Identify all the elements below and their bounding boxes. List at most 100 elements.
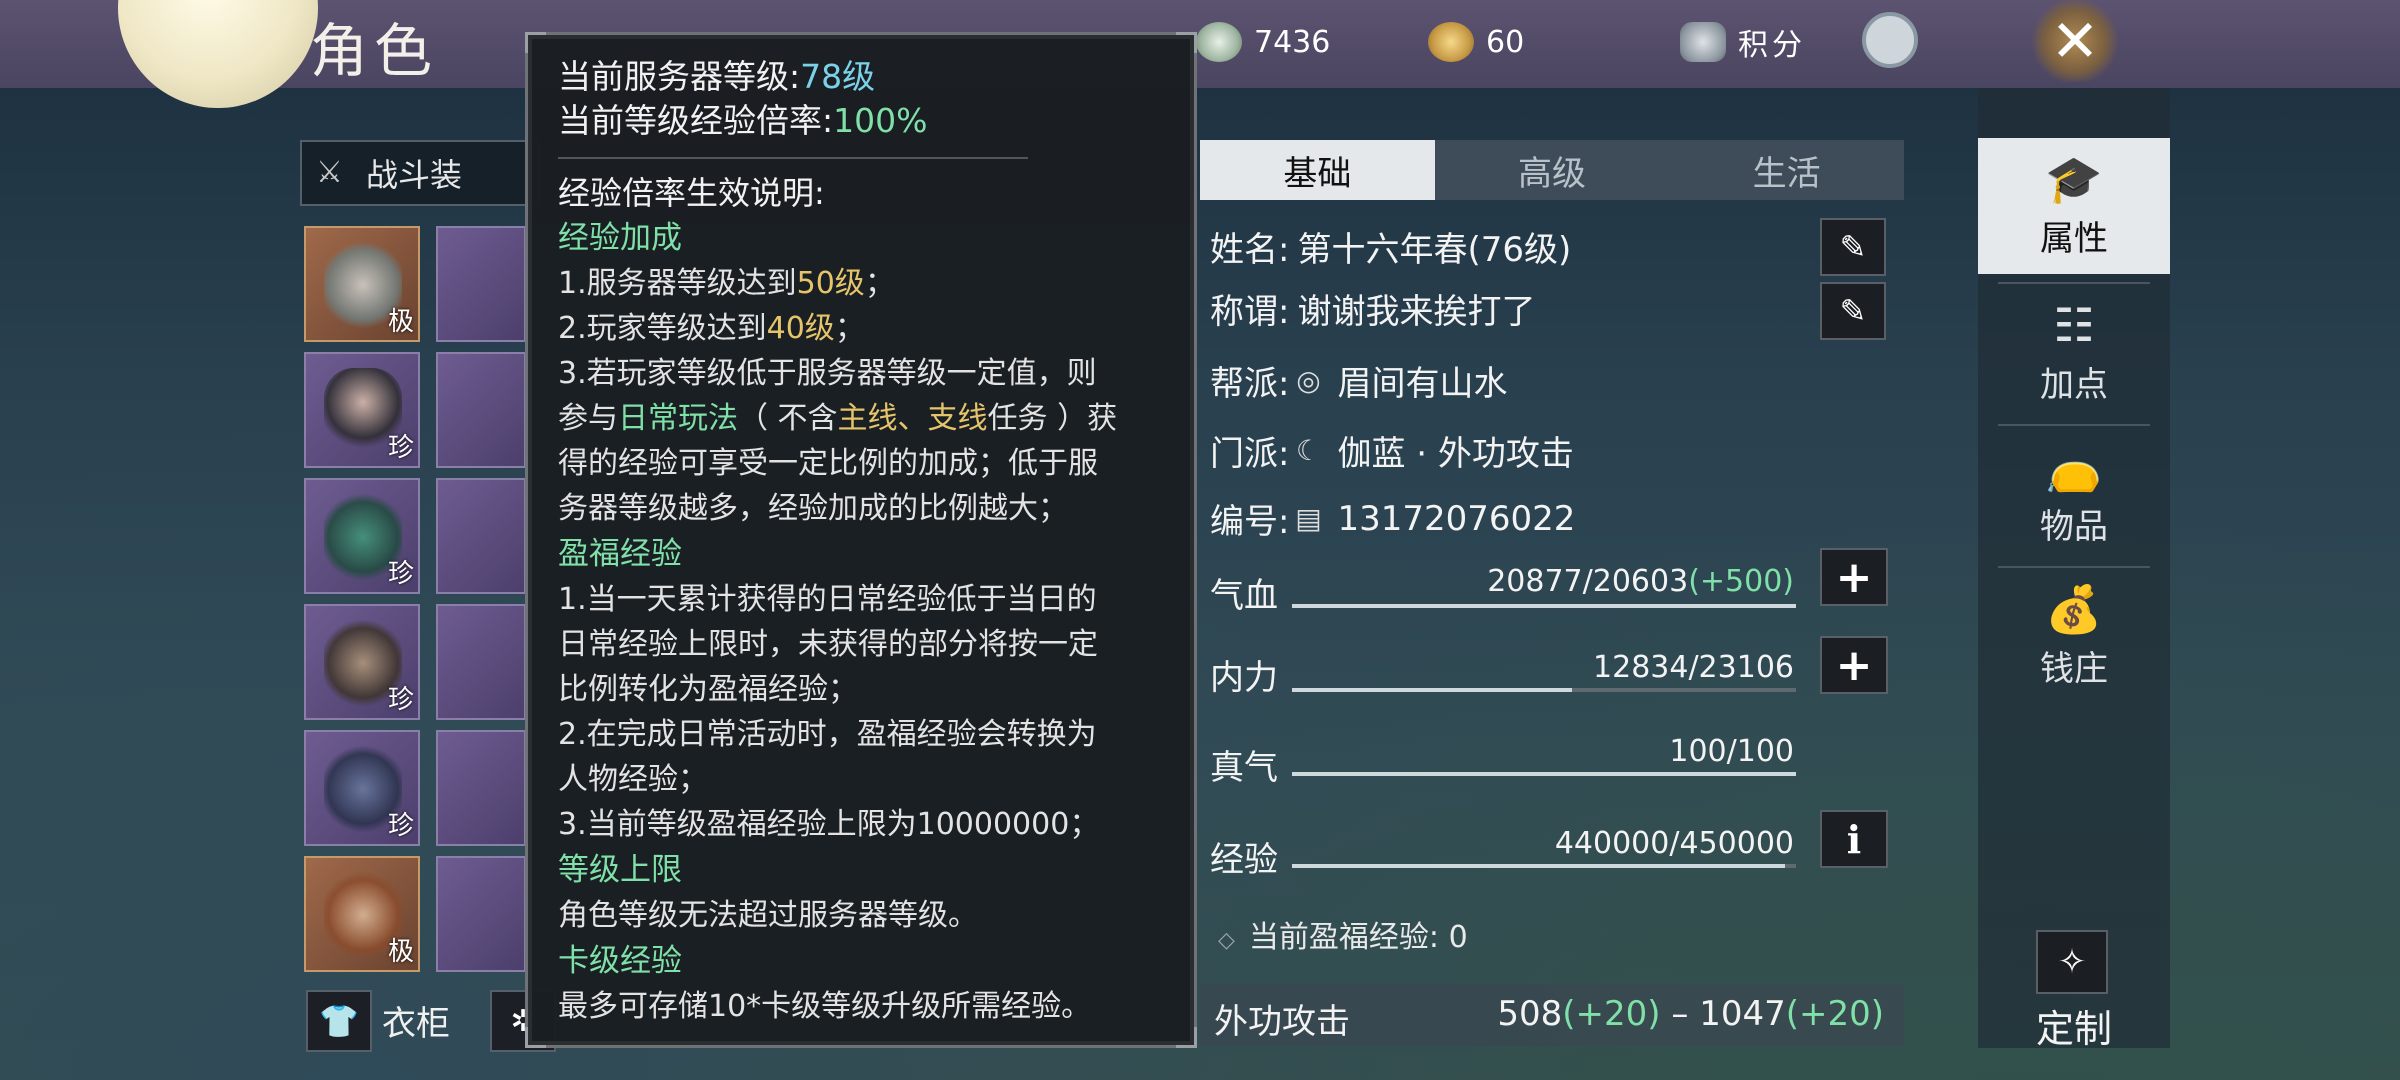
bless-heading: 盈福经验 [558, 536, 682, 572]
nav-attributes[interactable]: 🎓 属性 [1978, 138, 2170, 274]
tooltip-corner [1176, 1027, 1197, 1048]
mp-add-button[interactable]: + [1820, 636, 1888, 694]
guild-swirl-icon: ◎ [1296, 363, 1321, 397]
guild-row: 帮派: ◎ 眉间有山水 [1210, 356, 1507, 405]
bonus-rule-3: 得的经验可享受一定比例的加成；低于服 [558, 446, 1098, 481]
bless-rule-2: 2.在完成日常活动时，盈福经验会转换为 [558, 717, 1097, 752]
qi-label: 真气 [1210, 748, 1278, 788]
character-title: 谢谢我来挨打了 [1297, 292, 1536, 332]
external-attack-row: 外功攻击 508(+20) – 1047(+20) [1200, 984, 1904, 1046]
scholar-hat-icon: 🎓 [2045, 151, 2103, 206]
equip-slot-belt[interactable]: 珍 [304, 604, 420, 720]
nav-items[interactable]: 👝 物品 [1978, 426, 2170, 562]
nav-bank[interactable]: 💰 钱庄 [1978, 568, 2170, 704]
mp-value: 12834/23106 [1593, 650, 1794, 685]
equip-slot-gourd[interactable] [436, 478, 526, 594]
equip-slot-pants[interactable]: 珍 [304, 730, 420, 846]
magic-wand-icon: ✧ [2057, 942, 2087, 982]
bless-rule-1: 比例转化为盈福经验； [558, 672, 858, 707]
sword-icon: ⚔ [316, 155, 343, 190]
character-name: 第十六年春(76级) [1297, 230, 1572, 270]
side-navigation: 🎓 属性 ☷ 加点 👝 物品 💰 钱庄 [1978, 88, 2170, 1048]
coin-bag-icon [1428, 22, 1474, 62]
close-button[interactable]: ✕ [2030, 0, 2120, 82]
exp-rate-value: 100% [833, 101, 928, 140]
title-row: 称谓: 谢谢我来挨打了 [1210, 284, 1535, 333]
customize-label: 定制 [2036, 1007, 2113, 1051]
name-row: 姓名: 第十六年春(76级) [1210, 222, 1571, 271]
exp-bar [1292, 864, 1796, 868]
bonus-rule-1: 1.服务器等级达到50级； [558, 266, 895, 301]
close-icon: ✕ [2050, 7, 2100, 75]
page-title: 角色 [310, 17, 439, 85]
equip-slot-necklace[interactable]: 极 [304, 226, 420, 342]
bless-rule-1: 1.当一天累计获得的日常经验低于当日的 [558, 582, 1097, 617]
nav-add-points[interactable]: ☷ 加点 [1978, 284, 2170, 420]
mp-bar [1292, 688, 1796, 692]
attack-label: 外功攻击 [1214, 1002, 1350, 1042]
settings-emblem-icon[interactable] [1862, 12, 1918, 68]
wardrobe-label: 衣柜 [382, 1004, 450, 1044]
bonus-rule-3: 3.若玩家等级低于服务器等级一定值，则 [558, 356, 1097, 391]
resource-jade: 7436 [1196, 20, 1330, 64]
scroll-icon: ▤ [1295, 501, 1322, 535]
plus-icon: + [1835, 551, 1873, 603]
points-button[interactable]: 积分 [1680, 20, 1806, 64]
equip-slot-ring[interactable] [436, 730, 526, 846]
edit-title-button[interactable]: ✎ [1820, 282, 1886, 340]
info-icon: i [1846, 816, 1862, 862]
tooltip-corner [525, 1027, 546, 1048]
attribute-tabs: 基础 高级 生活 [1200, 140, 1904, 200]
equip-slot-robe[interactable]: 珍 [304, 478, 420, 594]
server-level-line: 当前服务器等级:78级 [558, 57, 876, 96]
exp-value: 440000/450000 [1554, 826, 1794, 861]
shirt-icon: 👕 [319, 1002, 359, 1040]
bless-rule-2: 人物经验； [558, 762, 708, 797]
points-shield-icon [1680, 22, 1726, 62]
equip-slot-boots[interactable]: 极 [304, 856, 420, 972]
bag-icon: 👝 [2045, 439, 2103, 494]
brush-icon: ✎ [1839, 292, 1867, 330]
id-row: 编号: ▤ 13172076022 [1210, 498, 1576, 543]
cap-heading: 等级上限 [558, 852, 682, 888]
sliders-icon: ☷ [2053, 297, 2095, 352]
tooltip-divider [558, 149, 1028, 159]
character-id: 13172076022 [1337, 498, 1576, 539]
tooltip-section-title: 经验倍率生效说明: [558, 174, 825, 212]
tab-basic[interactable]: 基础 [1200, 140, 1435, 200]
tab-advanced[interactable]: 高级 [1435, 140, 1670, 200]
customize-button[interactable]: ✧ [2036, 930, 2108, 994]
hp-label: 气血 [1210, 576, 1278, 616]
bless-rule-3: 3.当前等级盈福经验上限为10000000； [558, 807, 1100, 842]
equip-slot-weapon[interactable] [436, 226, 526, 342]
bless-exp-row: ◇ 当前盈福经验: 0 [1218, 920, 1468, 955]
equip-slot-amulet[interactable] [436, 856, 526, 972]
tooltip-corner [525, 32, 546, 53]
bonus-rule-2: 2.玩家等级达到40级； [558, 311, 865, 346]
guild-name[interactable]: 眉间有山水 [1337, 356, 1507, 405]
resource-coin-bag: 60 [1428, 20, 1524, 64]
hp-add-button[interactable]: + [1820, 548, 1888, 606]
jade-icon [1196, 22, 1242, 62]
plus-icon: + [1835, 639, 1873, 691]
qi-value: 100/100 [1669, 734, 1794, 769]
moon-decoration [118, 0, 318, 108]
cap-rule: 角色等级无法超过服务器等级。 [558, 898, 978, 933]
exp-label: 经验 [1210, 840, 1278, 880]
exp-info-button[interactable]: i [1820, 810, 1888, 868]
brush-icon: ✎ [1839, 228, 1867, 266]
server-level-value: 78级 [800, 57, 876, 96]
wardrobe-button[interactable]: 👕 [306, 990, 372, 1052]
top-bar: 角色 7436 60 积分 ✕ [0, 0, 2400, 108]
hp-value: 20877/20603(+500) [1487, 564, 1794, 599]
tab-life[interactable]: 生活 [1669, 140, 1904, 200]
bonus-heading: 经验加成 [558, 220, 682, 256]
equip-slot-portrait[interactable]: 珍 [304, 352, 420, 468]
bonus-rule-3: 务器等级越多，经验加成的比例越大； [558, 491, 1068, 526]
edit-name-button[interactable]: ✎ [1820, 218, 1886, 276]
sect-row: 门派: ☾ 伽蓝 · 外功攻击 [1210, 426, 1574, 475]
hp-bar [1292, 604, 1796, 608]
equip-slot-jade-pendant[interactable] [436, 352, 526, 468]
outfit-select[interactable]: ⚔ 战斗装 [300, 140, 540, 206]
equip-slot-bracelet[interactable] [436, 604, 526, 720]
